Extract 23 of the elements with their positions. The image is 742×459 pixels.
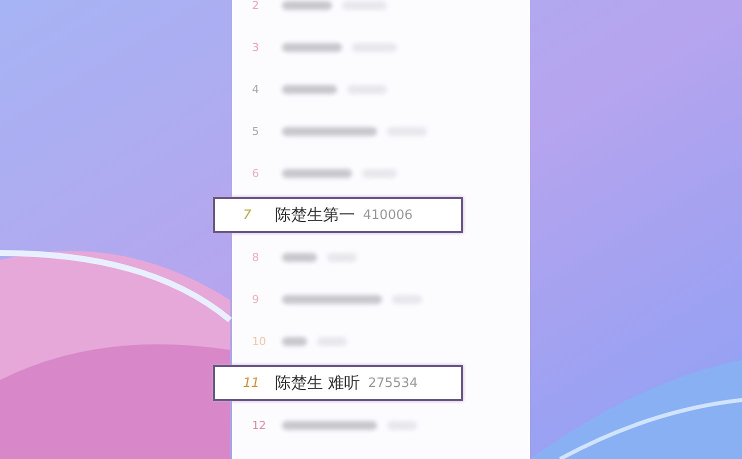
rank-number: 12: [252, 418, 267, 432]
list-row[interactable]: 7 陈楚生第一 410006: [213, 197, 463, 233]
blurred-title: [282, 0, 332, 10]
blurred-title: [282, 84, 337, 94]
rank-number: 3: [252, 40, 260, 54]
blurred-title: [282, 336, 307, 346]
row-count: 275534: [368, 376, 418, 390]
row-title: 陈楚生第一: [275, 204, 355, 226]
blurred-title: [282, 168, 352, 178]
blurred-title: [282, 252, 317, 262]
rank-number: 10: [252, 334, 267, 348]
blurred-title: [282, 42, 342, 52]
rank-number: 11: [243, 376, 261, 390]
rank-number: 2: [252, 0, 260, 12]
list-row[interactable]: 11 陈楚生 难听 275534: [213, 365, 463, 401]
rank-number: 5: [252, 124, 260, 138]
rank-number: 9: [252, 292, 260, 306]
rank-number: 6: [252, 166, 260, 180]
rank-number: 7: [243, 208, 252, 222]
row-count: 410006: [363, 208, 413, 222]
row-title: 陈楚生 难听: [275, 372, 360, 394]
rank-number: 4: [252, 82, 260, 96]
rank-number: 8: [252, 250, 260, 264]
